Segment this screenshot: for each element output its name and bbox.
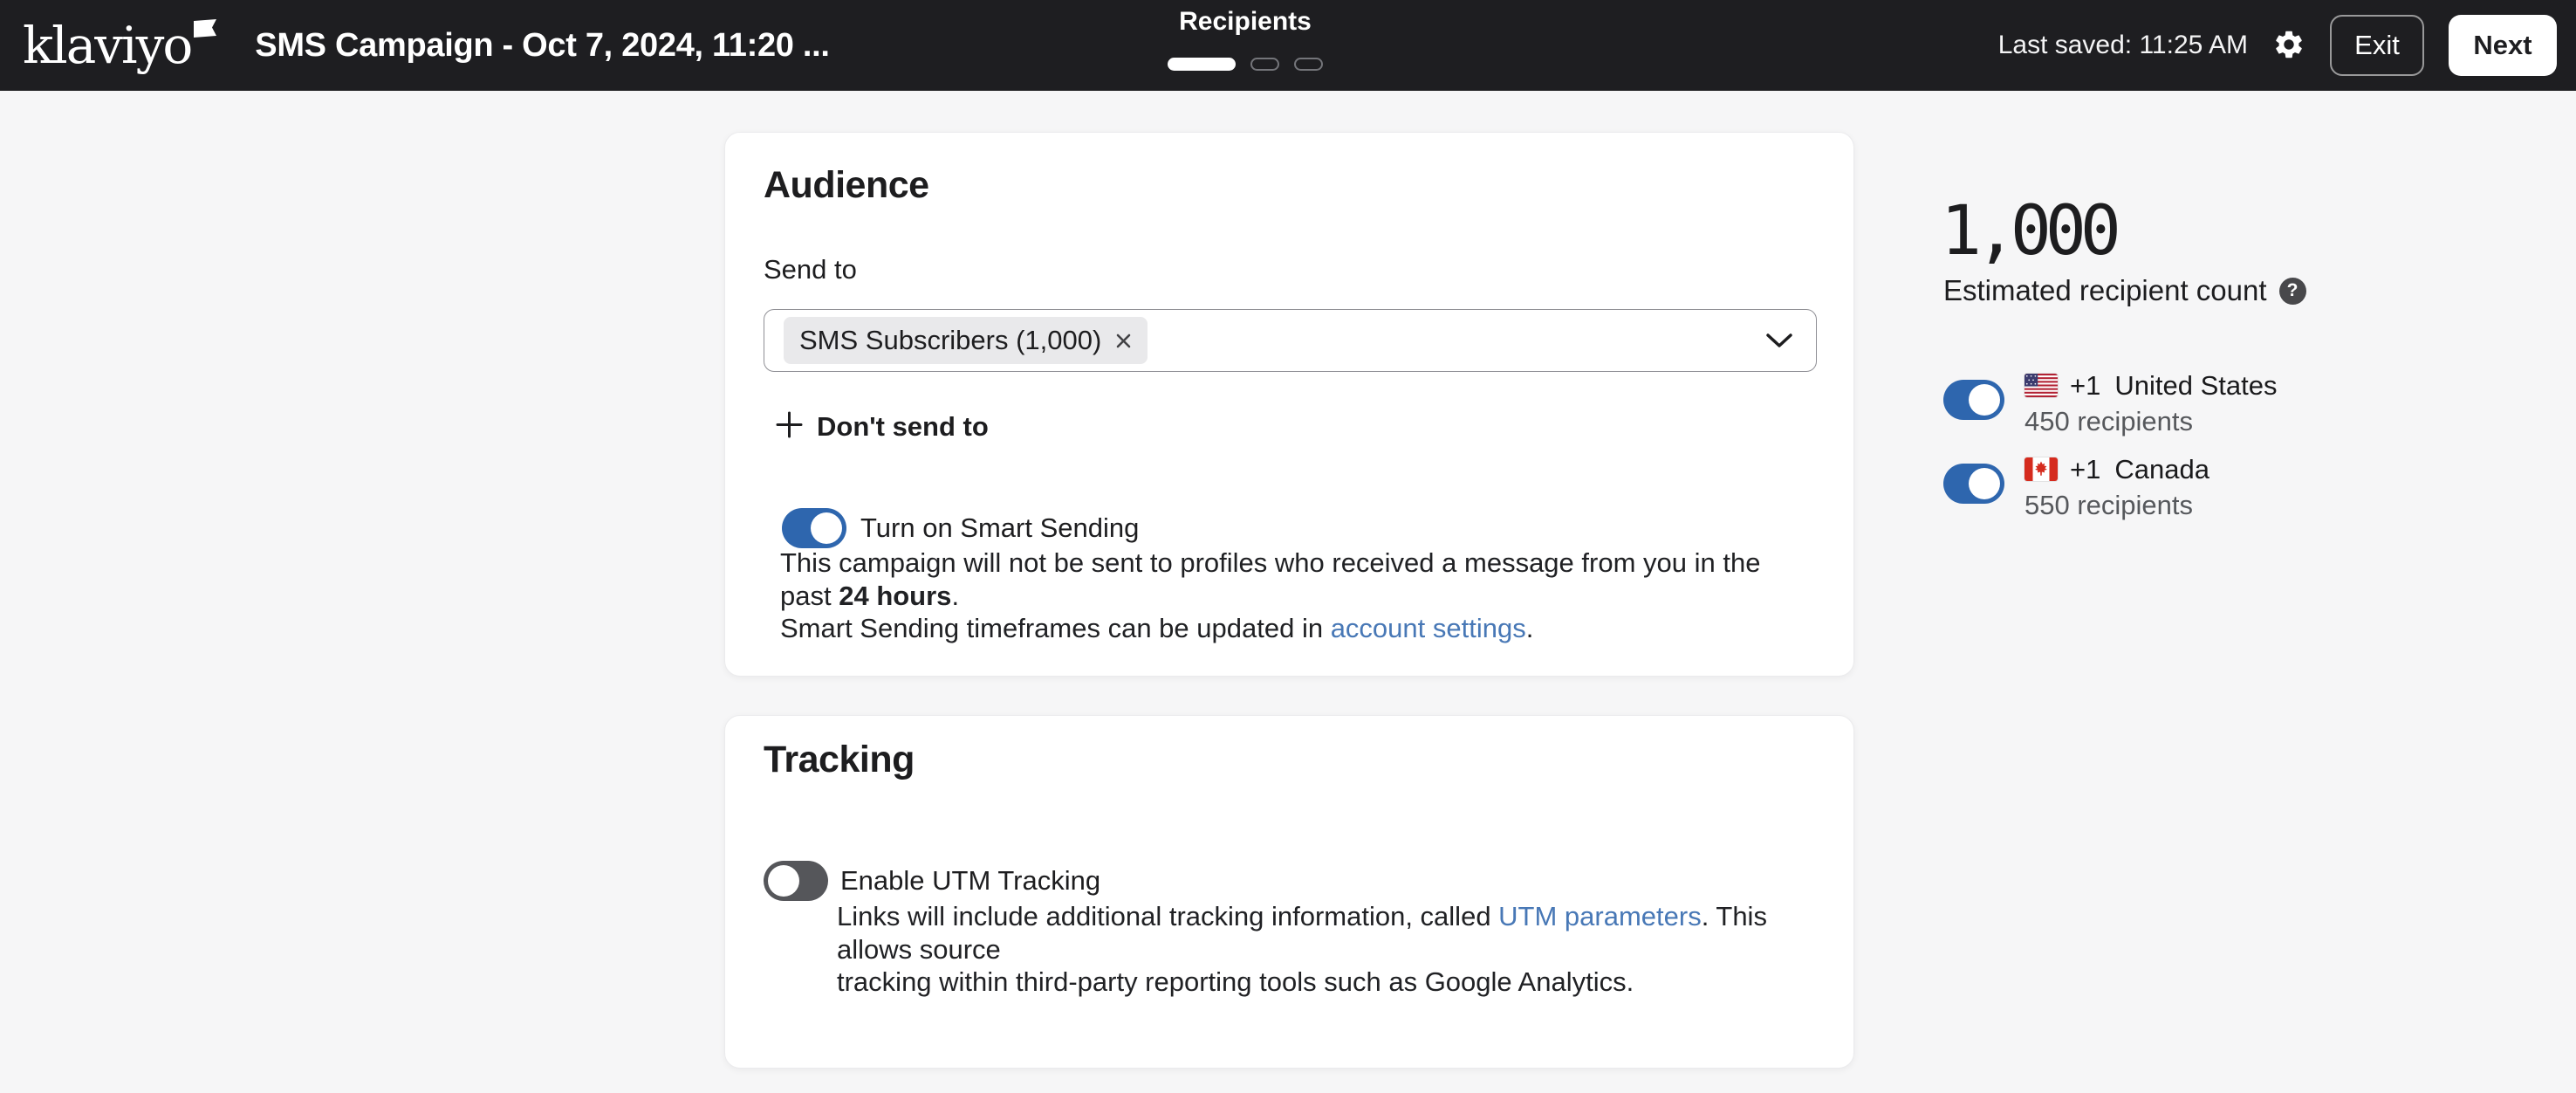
send-to-select[interactable]: SMS Subscribers (1,000) [764, 309, 1817, 372]
smart-sending-hours: 24 hours [839, 581, 951, 611]
settings-button[interactable] [2272, 28, 2305, 64]
smart-sending-row: Turn on Smart Sending [782, 508, 1139, 548]
smart-sending-label: Turn on Smart Sending [860, 512, 1139, 544]
country-label-line: +1 United States [2024, 371, 2277, 400]
utm-description-line2: tracking within third-party reporting to… [837, 966, 1805, 999]
last-saved-text: Last saved: 11:25 AM [1998, 31, 2248, 60]
utm-tracking-label: Enable UTM Tracking [840, 865, 1100, 897]
send-to-label: Send to [764, 254, 857, 285]
step-pill-2 [1250, 58, 1279, 71]
utm-description-line1: Links will include additional tracking i… [837, 900, 1805, 966]
klaviyo-wordmark: klaviyo [23, 7, 191, 84]
recipient-chip[interactable]: SMS Subscribers (1,000) [784, 317, 1148, 364]
country-code: +1 [2070, 454, 2100, 485]
topbar-actions: Last saved: 11:25 AM Exit Next [1998, 15, 2557, 76]
gear-icon [2272, 28, 2305, 64]
klaviyo-flag-icon [194, 19, 217, 42]
dont-send-to-button[interactable]: Don't send to [775, 410, 989, 443]
account-settings-link[interactable]: account settings [1331, 613, 1526, 643]
recipient-chip-label: SMS Subscribers (1,000) [799, 325, 1101, 356]
tracking-heading: Tracking [764, 739, 915, 781]
utm-tracking-row: Enable UTM Tracking [764, 861, 1100, 901]
dont-send-to-label: Don't send to [817, 411, 989, 443]
topbar: klaviyo SMS Campaign - Oct 7, 2024, 11:2… [0, 0, 2576, 91]
toggle-knob [1969, 384, 2000, 416]
estimated-recipient-count: 1,000 [1941, 197, 2115, 265]
step-indicator: Recipients [1168, 7, 1323, 71]
canada-flag-icon [2024, 457, 2058, 481]
smart-sending-description: This campaign will not be sent to profil… [780, 546, 1784, 645]
exit-button[interactable]: Exit [2330, 15, 2424, 76]
tracking-card: Tracking Enable UTM Tracking Links will … [724, 715, 1854, 1069]
chevron-down-icon[interactable] [1765, 333, 1793, 348]
help-icon[interactable]: ? [2279, 278, 2306, 305]
next-button[interactable]: Next [2449, 15, 2557, 76]
country-recipient-count: 450 recipients [2024, 406, 2277, 437]
plus-icon [775, 410, 804, 443]
close-icon[interactable] [1115, 333, 1132, 349]
step-pill-1 [1168, 58, 1236, 71]
audience-card: Audience Send to SMS Subscribers (1,000)… [724, 132, 1854, 677]
smart-sending-toggle[interactable] [782, 508, 846, 548]
utm-parameters-link[interactable]: UTM parameters [1498, 901, 1702, 931]
canada-toggle[interactable] [1943, 464, 2004, 504]
recipient-count-label: Estimated recipient count [1943, 274, 2267, 307]
country-label-line: +1 Canada [2024, 455, 2209, 484]
toggle-knob [768, 865, 799, 897]
us-flag-icon [2024, 374, 2058, 397]
klaviyo-logo[interactable]: klaviyo [23, 7, 215, 84]
toggle-knob [1969, 468, 2000, 499]
recipient-count-label-row: Estimated recipient count ? [1943, 274, 2306, 307]
campaign-title: SMS Campaign - Oct 7, 2024, 11:20 ... [255, 27, 829, 65]
step-pill-3 [1294, 58, 1323, 71]
utm-tracking-toggle[interactable] [764, 861, 828, 901]
utm-tracking-description: Links will include additional tracking i… [837, 900, 1805, 999]
toggle-knob [811, 512, 842, 544]
country-recipient-count: 550 recipients [2024, 490, 2209, 521]
step-label: Recipients [1168, 7, 1323, 37]
audience-heading: Audience [764, 164, 929, 207]
country-details: +1 United States 450 recipients [2024, 371, 2277, 437]
country-name: United States [2114, 370, 2277, 402]
step-progress [1168, 58, 1323, 71]
country-name: Canada [2114, 454, 2209, 485]
country-details: +1 Canada 550 recipients [2024, 455, 2209, 521]
united-states-toggle[interactable] [1943, 380, 2004, 420]
smart-sending-description-line2: Smart Sending timeframes can be updated … [780, 612, 1784, 645]
country-code: +1 [2070, 370, 2100, 402]
smart-sending-description-line1: This campaign will not be sent to profil… [780, 546, 1784, 612]
